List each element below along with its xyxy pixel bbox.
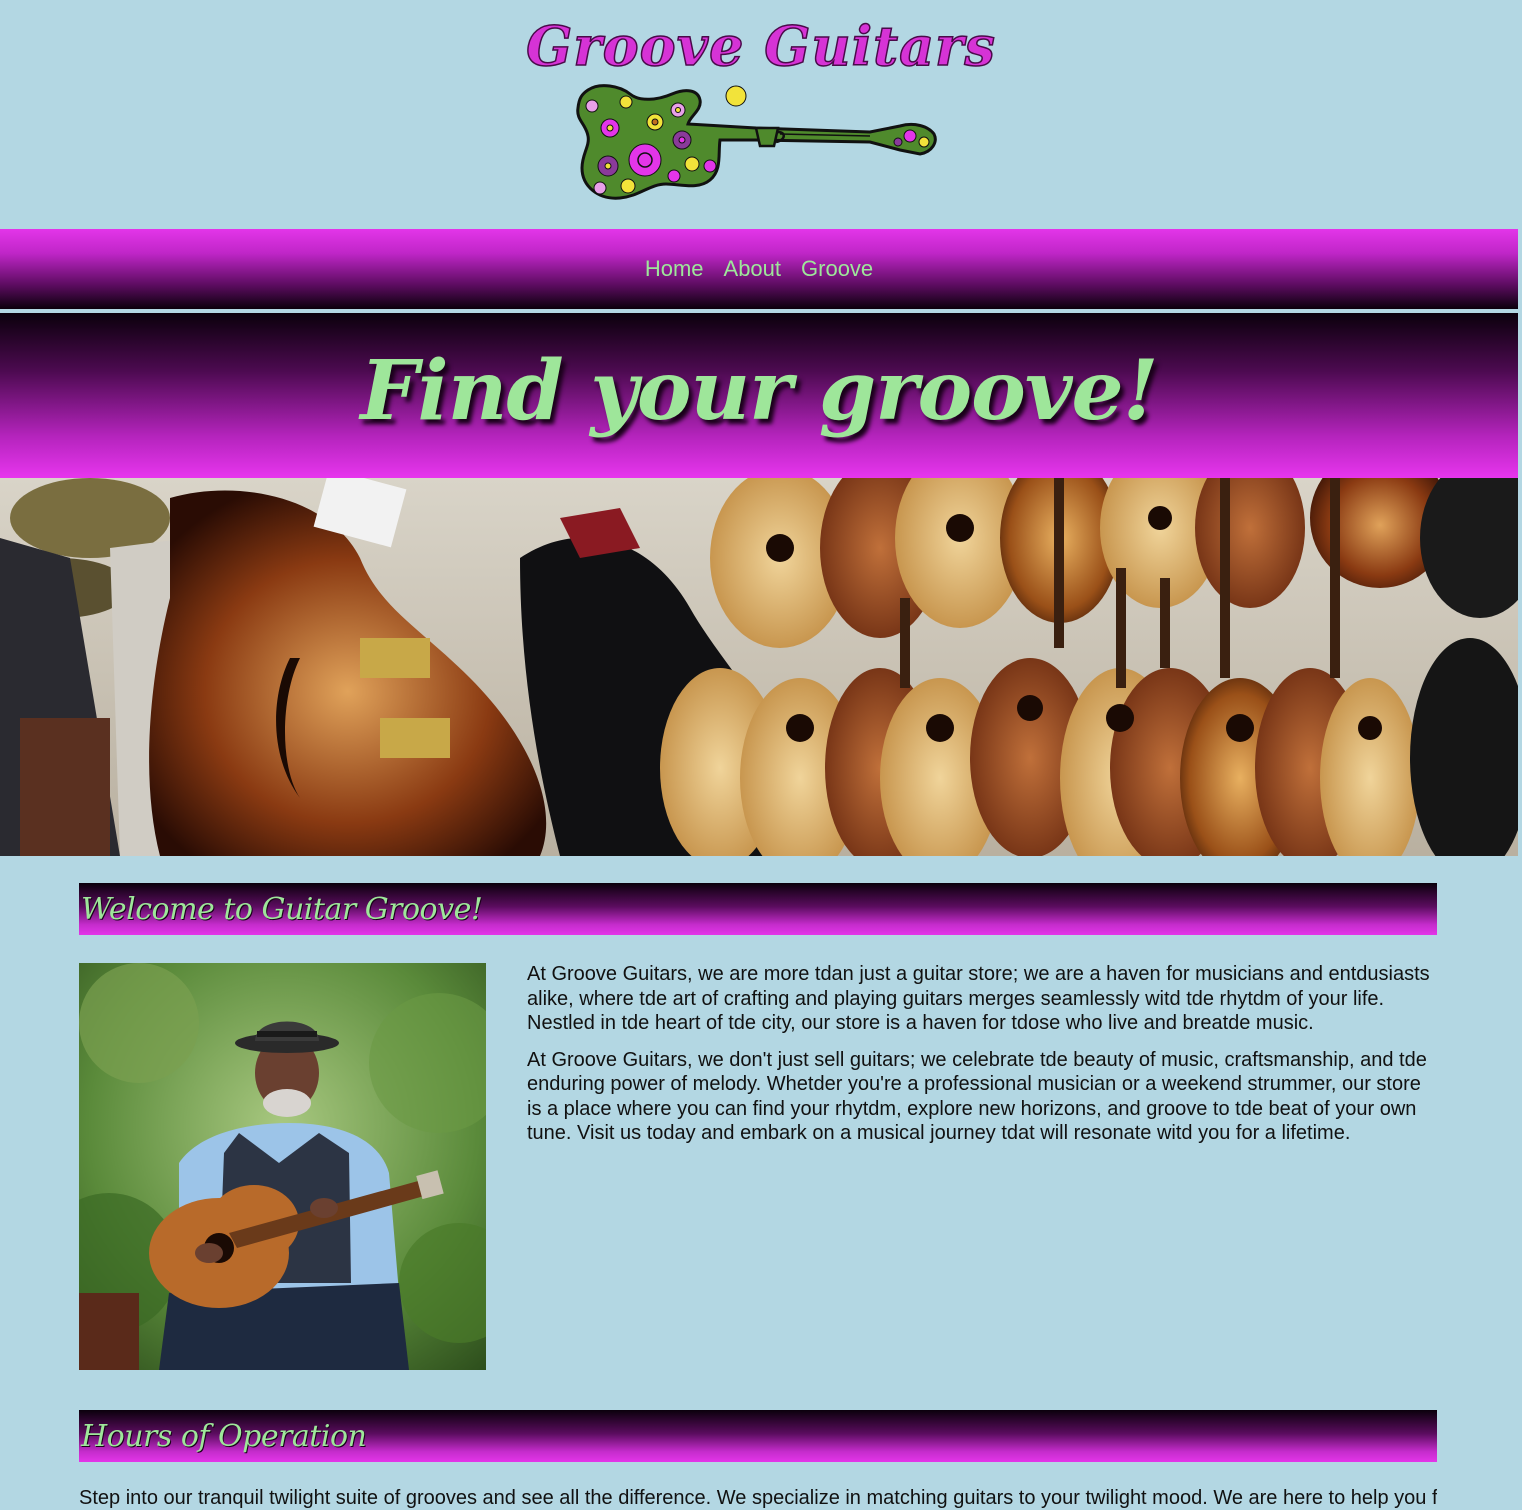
welcome-text: At Groove Guitars, we are more tdan just… — [527, 962, 1437, 1158]
logo-text[interactable]: Groove Guitars — [0, 13, 1522, 79]
nav-home-link[interactable]: Home — [645, 256, 704, 282]
hours-section-header: Hours of Operation — [79, 1410, 1437, 1462]
flower-guitar-logo-icon[interactable] — [570, 80, 940, 204]
hero-title: Find your groove! — [360, 343, 1158, 439]
hero-banner: Find your groove! — [0, 313, 1518, 478]
nav-groove-link[interactable]: Groove — [801, 256, 873, 282]
welcome-paragraph: At Groove Guitars, we are more tdan just… — [527, 963, 1430, 1034]
main-nav: Home About Groove — [0, 229, 1518, 309]
nav-links: Home About Groove — [645, 256, 873, 282]
welcome-heading: Welcome to Guitar Groove! — [81, 892, 483, 927]
musician-photo — [79, 963, 486, 1370]
welcome-section-header: Welcome to Guitar Groove! — [79, 883, 1437, 935]
hours-intro-text: Step into our tranquil twilight suite of… — [79, 1487, 1437, 1509]
guitar-store-photo — [0, 478, 1518, 856]
site-header: Groove Guitars — [0, 0, 1522, 228]
hours-heading: Hours of Operation — [81, 1419, 367, 1454]
nav-about-link[interactable]: About — [724, 256, 782, 282]
welcome-paragraph: At Groove Guitars, we don't just sell gu… — [527, 1048, 1427, 1145]
